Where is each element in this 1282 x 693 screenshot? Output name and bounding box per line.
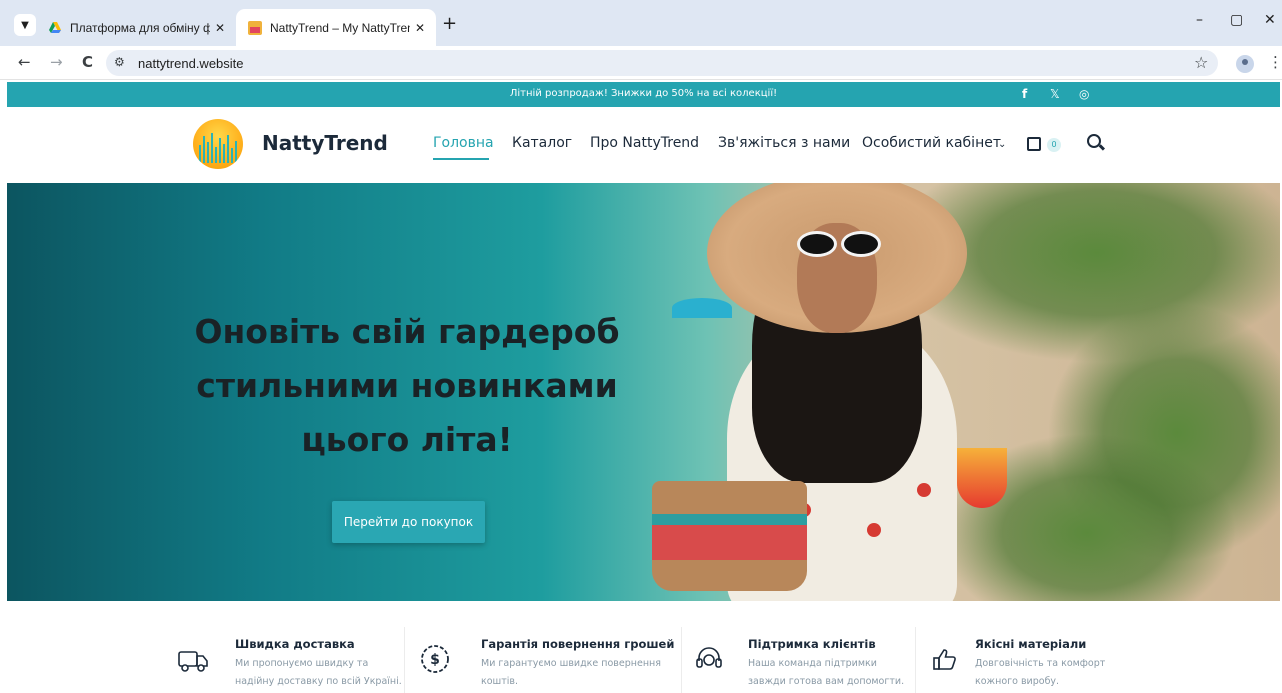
tab-close-icon[interactable]: ✕ (410, 21, 430, 35)
divider (681, 627, 682, 693)
hero-title: Оновіть свій гардероб стильними новинкам… (194, 312, 620, 459)
x-icon[interactable]: 𝕏 (1050, 87, 1060, 101)
chevron-down-icon: ▼ (21, 19, 29, 31)
browser-menu-icon[interactable]: ⋮ (1268, 53, 1282, 71)
google-drive-icon (49, 21, 61, 33)
url-text[interactable]: nattytrend.website (138, 56, 244, 71)
cart-icon[interactable] (1027, 137, 1041, 151)
forward-button[interactable]: → (50, 53, 63, 71)
feature-desc: Довговічність та комфорт кожного виробу. (975, 658, 1106, 687)
nav-about[interactable]: Про NattyTrend (590, 135, 699, 151)
browser-tab-bar: ▼ Платформа для обміну файла… ✕ NattyTre… (0, 0, 1282, 46)
site-info-icon[interactable]: ⚙ (114, 55, 125, 69)
feature-title: Підтримка клієнтів (748, 637, 876, 651)
sunglasses (787, 231, 887, 259)
svg-text:$: $ (430, 652, 440, 668)
cocktail-glass (957, 448, 1007, 508)
site-favicon (248, 20, 262, 35)
nav-account[interactable]: Особистий кабінет (862, 135, 1001, 151)
divider (404, 627, 405, 693)
logo-text[interactable]: NattyTrend (262, 131, 388, 155)
thumbs-up-icon (933, 649, 956, 670)
new-tab-button[interactable]: + (442, 14, 457, 34)
feature-title: Гарантія повернення грошей (481, 637, 675, 651)
address-toolbar: ← → C ⚙ nattytrend.website ☆ ⋮ (0, 46, 1282, 80)
feature-desc: Наша команда підтримки завжди готова вам… (748, 658, 905, 687)
restore-button[interactable]: ▢ (1230, 12, 1243, 28)
instagram-icon[interactable]: ◎ (1079, 87, 1089, 101)
reload-button[interactable]: C (82, 53, 93, 71)
facebook-icon[interactable]: f (1022, 87, 1027, 101)
tab-file-sharing[interactable]: Платформа для обміну файла… ✕ (40, 9, 236, 46)
profile-avatar[interactable] (1236, 55, 1254, 73)
hero-banner: Оновіть свій гардероб стильними новинкам… (7, 183, 1280, 601)
tab-search-button[interactable]: ▼ (14, 14, 36, 36)
bookmark-star-icon[interactable]: ☆ (1194, 53, 1208, 72)
feature-desc: Ми пропонуємо швидку та надійну доставку… (235, 658, 402, 687)
feature-title: Швидка доставка (235, 637, 355, 651)
tab-title: Платформа для обміну файла… (70, 20, 210, 35)
cart-count-badge: 0 (1047, 138, 1061, 152)
search-icon[interactable] (1087, 134, 1101, 148)
nav-active-underline (433, 158, 489, 160)
back-button[interactable]: ← (18, 53, 31, 71)
divider (915, 627, 916, 693)
minimize-button[interactable]: – (1196, 12, 1203, 28)
tab-close-icon[interactable]: ✕ (210, 21, 230, 35)
site-header: NattyTrend Головна Каталог Про NattyTren… (7, 107, 1280, 183)
nav-home[interactable]: Головна (433, 135, 494, 151)
straw-bag (652, 481, 807, 591)
support-headset-icon (696, 647, 722, 668)
window-close-button[interactable]: ✕ (1264, 12, 1276, 28)
logo-icon[interactable] (193, 119, 243, 169)
nav-contact[interactable]: Зв'яжіться з нами (718, 135, 850, 151)
shop-now-button[interactable]: Перейти до покупок (332, 501, 485, 543)
feature-title: Якісні матеріали (975, 637, 1087, 651)
omnibox[interactable] (106, 50, 1218, 76)
features-strip: Швидка доставка Ми пропонуємо швидку та … (7, 601, 1280, 693)
announcement-bar: Літній розпродаж! Знижки до 50% на всі к… (7, 82, 1280, 107)
feature-desc: Ми гарантуємо швидке повернення коштів. (481, 658, 661, 687)
cocktail-umbrella (672, 298, 732, 318)
money-back-icon: $ (421, 645, 449, 673)
truck-icon (178, 651, 208, 672)
tab-title: NattyTrend – My NattyTrend W… (270, 20, 410, 35)
tab-nattytrend[interactable]: NattyTrend – My NattyTrend W… ✕ (236, 9, 436, 46)
nav-catalog[interactable]: Каталог (512, 135, 572, 151)
chevron-down-icon[interactable]: ⌄ (998, 139, 1006, 150)
